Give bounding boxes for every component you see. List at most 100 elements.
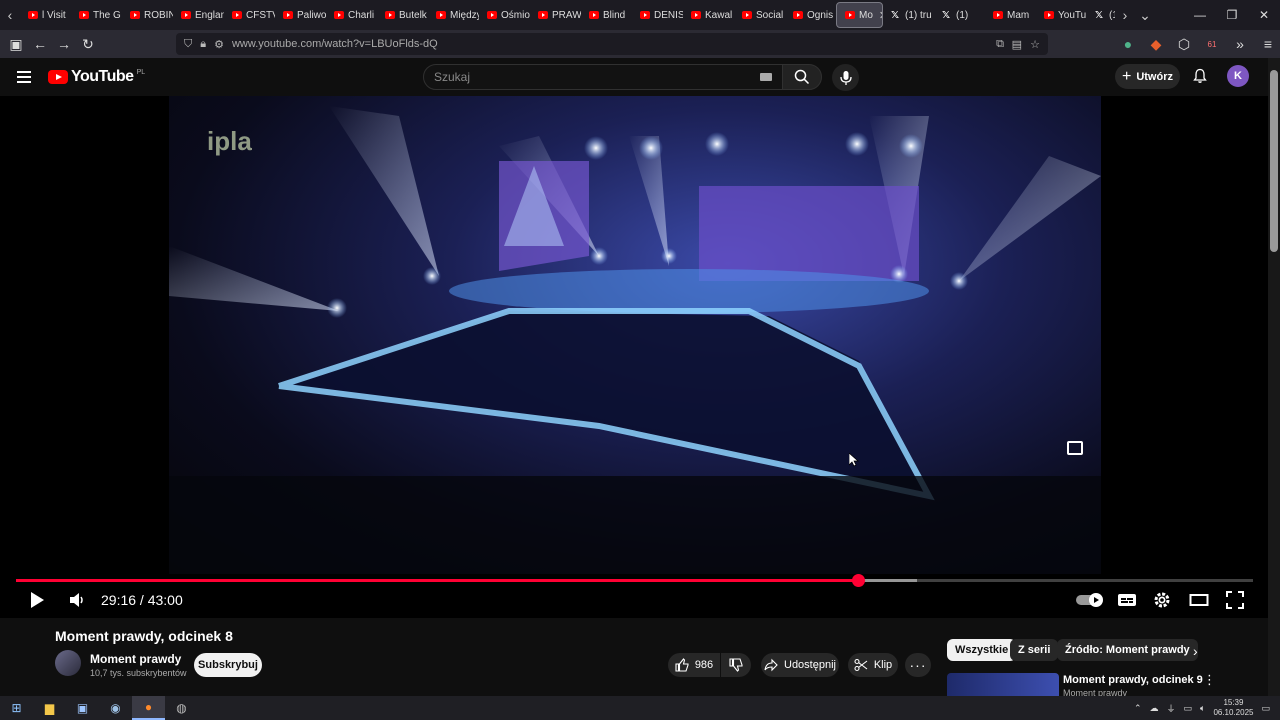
keyboard-icon[interactable] [760, 73, 772, 81]
dislike-button[interactable] [721, 653, 751, 677]
onedrive-icon[interactable]: ☁ [1150, 703, 1159, 714]
like-button[interactable]: 986 [668, 653, 720, 677]
chip-series[interactable]: Z serii [1010, 639, 1059, 661]
chips-next-chevron-icon[interactable]: › [1193, 643, 1198, 659]
voice-search-button[interactable] [832, 64, 859, 91]
clock[interactable]: 15:39 06.10.2025 [1213, 698, 1253, 718]
channel-avatar[interactable] [55, 650, 81, 676]
theater-mode-button[interactable] [1189, 586, 1209, 614]
subscribe-button[interactable]: Subskrybuj [194, 653, 262, 677]
browser-tab[interactable]: Social [734, 2, 785, 28]
browser-nav-bar: ▣ ← → ↻ ⛉ 🔒︎ ⚙︎ www.youtube.com/watch?v=… [0, 30, 1280, 58]
search-button[interactable] [782, 64, 822, 90]
recommended-video-title[interactable]: Moment prawdy, odcinek 9 [1063, 674, 1203, 686]
browser-tab[interactable]: The G [71, 2, 122, 28]
bookmark-star-icon[interactable]: ☆ [1030, 38, 1040, 51]
sidebar-toggle-icon[interactable]: ▣ [4, 32, 28, 56]
account-avatar[interactable]: K [1227, 65, 1249, 87]
page-scrollbar[interactable] [1268, 58, 1280, 696]
hamburger-menu-icon[interactable]: ≡ [1256, 32, 1280, 56]
extension-shield-icon[interactable]: ● [1116, 32, 1140, 56]
mute-button[interactable] [68, 586, 86, 614]
windows-start-icon[interactable]: ⊞ [0, 696, 33, 720]
minimize-icon[interactable]: — [1184, 8, 1216, 22]
more-actions-button[interactable]: ··· [905, 653, 931, 677]
recommended-video-thumbnail[interactable] [947, 673, 1059, 696]
speaker-icon[interactable]: 🔈︎ [1200, 703, 1205, 714]
extension-fox-icon[interactable]: ◆ [1144, 32, 1168, 56]
notifications-icon[interactable]: ▭ [1261, 703, 1270, 714]
video-player[interactable]: ipla 29:16 / 43:00 [0, 96, 1268, 618]
tab-label: DENIS [654, 9, 683, 21]
fullscreen-button[interactable] [1226, 586, 1244, 614]
tracking-shield-icon[interactable]: ⛉ [184, 38, 192, 51]
browser-tab[interactable]: CFSTV [224, 2, 275, 28]
browser-tab[interactable]: Mam [985, 2, 1036, 28]
browser-tab[interactable]: 𝕏(1) Mi [1087, 2, 1115, 28]
address-bar[interactable]: ⛉ 🔒︎ ⚙︎ www.youtube.com/watch?v=LBUoFlds… [176, 33, 1048, 55]
network-icon[interactable]: ▭ [1184, 703, 1193, 714]
remote-desktop-icon[interactable]: ▣ [66, 696, 99, 720]
browser-tab[interactable]: Kawal [683, 2, 734, 28]
browser-tab[interactable]: 𝕏 (1) [934, 2, 985, 28]
chip-source[interactable]: Źródło: Moment prawdy [1057, 639, 1198, 661]
settings-button[interactable] [1153, 586, 1171, 614]
progress-bar[interactable] [16, 574, 1253, 587]
forward-arrow-icon[interactable]: → [52, 32, 76, 56]
restore-icon[interactable]: ❐ [1216, 8, 1248, 22]
browser-tab[interactable]: ROBIN [122, 2, 173, 28]
reload-icon[interactable]: ↻ [76, 32, 100, 56]
chip-all[interactable]: Wszystkie [947, 639, 1017, 661]
browser-tab[interactable]: Ośmio [479, 2, 530, 28]
browser-tab[interactable]: l Visit [20, 2, 71, 28]
firefox-icon[interactable]: ● [132, 696, 165, 720]
browser-tab[interactable]: YouTu [1036, 2, 1087, 28]
tab-scroll-left-icon[interactable]: ‹ [0, 0, 20, 30]
browser-tab[interactable]: PRAW [530, 2, 581, 28]
subtitles-button[interactable] [1117, 586, 1137, 614]
create-button[interactable]: + Utwórz [1115, 64, 1180, 89]
usb-icon[interactable]: ⏚ [1167, 702, 1176, 715]
browser-tab[interactable]: Charli [326, 2, 377, 28]
clip-button[interactable]: Klip [848, 653, 898, 677]
miniplayer-icon[interactable] [1067, 441, 1083, 455]
extensions-puzzle-icon[interactable]: ⬡ [1172, 32, 1196, 56]
browser-tab[interactable]: DENIS [632, 2, 683, 28]
browser-tab[interactable]: Butelk [377, 2, 428, 28]
browser-tab[interactable]: Między [428, 2, 479, 28]
lock-icon[interactable]: 🔒︎ [200, 38, 206, 51]
picture-in-picture-icon[interactable]: ⧉ [996, 38, 1004, 51]
channel-name[interactable]: Moment prawdy [90, 652, 181, 666]
browser-tab[interactable]: Blind [581, 2, 632, 28]
browser-tab[interactable]: Ognis [785, 2, 836, 28]
video-frame[interactable]: ipla [169, 96, 1101, 574]
overflow-menu-icon[interactable]: » [1228, 32, 1252, 56]
share-button[interactable]: Udostępnij [761, 653, 839, 677]
notifications-bell-icon[interactable] [1192, 68, 1208, 84]
guide-menu-icon[interactable] [17, 71, 31, 83]
tray-expand-icon[interactable]: ⌃ [1134, 703, 1142, 714]
back-arrow-icon[interactable]: ← [28, 32, 52, 56]
recommended-more-vertical-icon[interactable]: ⋮ [1203, 672, 1216, 688]
youtube-logo[interactable]: YouTube PL [48, 68, 145, 86]
file-explorer-icon[interactable]: ▆ [33, 696, 66, 720]
browser-tab[interactable]: Paliwo [275, 2, 326, 28]
app-icon[interactable]: ◍ [165, 696, 198, 720]
tab-list-chevron-down-icon[interactable]: ⌄ [1135, 0, 1155, 30]
browser-tab[interactable]: Englan [173, 2, 224, 28]
steam-icon[interactable]: ◉ [99, 696, 132, 720]
url-text[interactable]: www.youtube.com/watch?v=LBUoFlds-dQ [232, 38, 438, 50]
tab-scroll-right-icon[interactable]: › [1115, 0, 1135, 30]
thumbs-down-icon [729, 658, 743, 672]
extension-badge-icon[interactable]: 61 [1200, 32, 1224, 56]
tab-active[interactable]: Mo✕ [836, 2, 883, 28]
browser-tab[interactable]: 𝕏 (1) tru [883, 2, 934, 28]
scrubber-handle[interactable] [852, 574, 866, 587]
search-input[interactable]: Szukaj [423, 64, 783, 90]
close-window-icon[interactable]: ✕ [1248, 8, 1280, 22]
reader-view-icon[interactable]: ▤ [1012, 38, 1022, 51]
play-button[interactable] [28, 586, 46, 614]
page-settings-icon[interactable]: ⚙︎ [214, 38, 224, 51]
autoplay-toggle[interactable] [1075, 586, 1105, 614]
scrollbar-thumb[interactable] [1270, 70, 1278, 252]
